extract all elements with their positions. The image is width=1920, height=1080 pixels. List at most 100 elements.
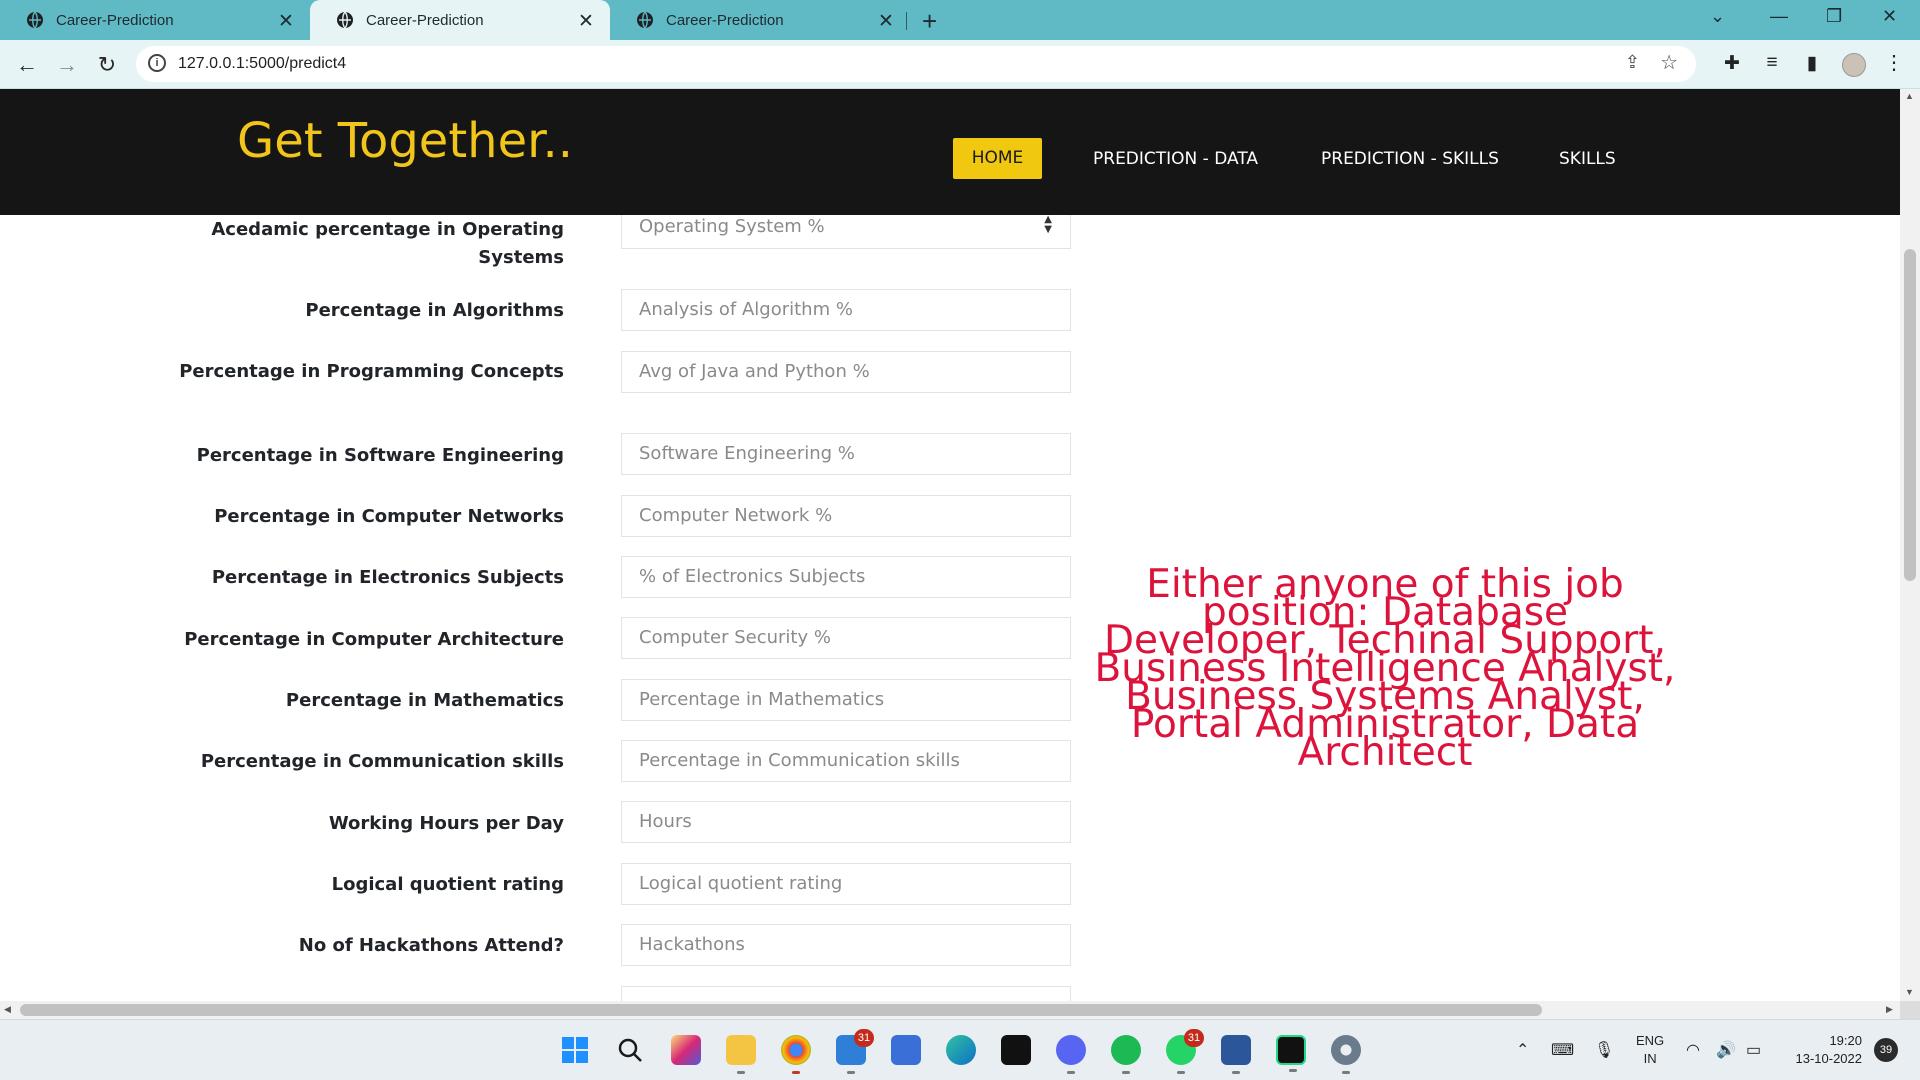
browser-tabstrip: Career-Prediction ✕ Career-Prediction ✕ … xyxy=(0,0,1920,40)
label-operating-systems: Acedamic percentage in Operating Systems xyxy=(211,219,564,268)
input-placeholder: Operating System % xyxy=(639,216,825,237)
site-info-icon[interactable]: i xyxy=(148,54,166,72)
input-software-engineering[interactable]: Software Engineering % xyxy=(621,433,1071,475)
bookmark-star-icon[interactable]: ☆ xyxy=(1660,50,1678,75)
input-computer-networks[interactable]: Computer Network % xyxy=(621,495,1071,537)
close-tab-icon[interactable]: ✕ xyxy=(276,10,296,33)
wifi-icon[interactable]: ◠ xyxy=(1686,1040,1700,1060)
input-placeholder: Computer Network % xyxy=(639,505,833,526)
globe-icon xyxy=(27,11,43,29)
nav-skills[interactable]: SKILLS xyxy=(1559,149,1616,169)
more-menu-icon[interactable]: ⋮ xyxy=(1884,50,1904,75)
scroll-left-icon[interactable]: ◀ xyxy=(4,1004,11,1015)
pycharm-icon[interactable] xyxy=(1276,1035,1306,1072)
running-indicator xyxy=(1342,1071,1350,1074)
input-placeholder: Percentage in Mathematics xyxy=(639,689,885,710)
chevron-up-icon[interactable]: ⌃ xyxy=(1516,1040,1529,1060)
close-window-icon[interactable]: ✕ xyxy=(1882,6,1897,27)
restore-icon[interactable]: ❐ xyxy=(1826,6,1842,27)
input-placeholder: Computer Security % xyxy=(639,627,831,648)
label-electronics-subjects: Percentage in Electronics Subjects xyxy=(211,567,564,588)
label-communication-skills: Percentage in Communication skills xyxy=(200,751,564,772)
site-logo[interactable]: Get Together.. xyxy=(237,113,573,169)
input-algorithms[interactable]: Analysis of Algorithm % xyxy=(621,289,1071,331)
word-icon[interactable] xyxy=(1221,1035,1251,1074)
tab-title: Career-Prediction xyxy=(666,11,784,29)
tab-title: Career-Prediction xyxy=(366,11,484,29)
label-computer-networks: Percentage in Computer Networks xyxy=(214,506,564,527)
microsoft-store-icon[interactable] xyxy=(891,1035,921,1065)
input-placeholder: % of Electronics Subjects xyxy=(639,566,866,587)
input-placeholder: Hours xyxy=(639,811,692,832)
spotify-icon[interactable] xyxy=(1111,1035,1141,1074)
extensions-puzzle-icon[interactable]: ✚ xyxy=(1719,52,1745,75)
input-electronics-subjects[interactable]: % of Electronics Subjects xyxy=(621,556,1071,598)
minimize-icon[interactable]: — xyxy=(1770,6,1788,27)
share-icon[interactable]: ⇪ xyxy=(1625,52,1640,73)
input-hackathons[interactable]: Hackathons xyxy=(621,924,1071,966)
number-spinner-icon[interactable]: ▲ ▼ xyxy=(1044,215,1052,235)
running-indicator xyxy=(847,1071,855,1074)
prediction-result: Either anyone of this job position: Data… xyxy=(1094,562,1676,775)
chevron-down-icon[interactable]: ⌄ xyxy=(1710,6,1725,27)
running-indicator xyxy=(792,1071,800,1074)
address-bar[interactable]: i 127.0.0.1:5000/predict4 ⇪ ☆ xyxy=(136,46,1696,82)
input-next-partial[interactable] xyxy=(621,986,1071,1001)
back-icon[interactable]: ← xyxy=(14,52,40,78)
battery-icon[interactable]: ▭ xyxy=(1746,1040,1761,1060)
vertical-scroll-thumb[interactable] xyxy=(1904,249,1916,581)
instagram-icon[interactable] xyxy=(671,1035,701,1065)
notification-count[interactable]: 39 xyxy=(1874,1038,1898,1062)
reload-icon[interactable]: ↻ xyxy=(94,52,120,78)
keyboard-icon[interactable]: ⌨ xyxy=(1551,1040,1574,1060)
system-clock[interactable]: 19:20 13-10-2022 xyxy=(1782,1032,1863,1068)
label-programming-concepts: Percentage in Programming Concepts xyxy=(179,361,564,382)
media-queue-icon[interactable]: ≡ xyxy=(1759,52,1785,74)
label-mathematics: Percentage in Mathematics xyxy=(285,690,564,711)
close-tab-icon[interactable]: ✕ xyxy=(576,10,596,33)
nav-prediction-skills[interactable]: PREDICTION - SKILLS xyxy=(1321,149,1499,169)
tab-title: Career-Prediction xyxy=(56,11,174,29)
close-tab-icon[interactable]: ✕ xyxy=(876,10,896,33)
windows-start-icon[interactable] xyxy=(560,1035,590,1065)
browser-tab-2-active[interactable]: Career-Prediction ✕ xyxy=(310,0,610,40)
vertical-scrollbar[interactable]: ▲ ▼ xyxy=(1900,89,1920,1001)
running-indicator xyxy=(1177,1071,1185,1074)
input-communication-skills[interactable]: Percentage in Communication skills xyxy=(621,740,1071,782)
settings-gear-icon[interactable] xyxy=(1331,1035,1361,1074)
edge-icon[interactable] xyxy=(946,1035,976,1065)
microphone-icon[interactable]: 🎙 xyxy=(1594,1040,1614,1060)
chrome-icon[interactable] xyxy=(781,1035,811,1074)
nav-home[interactable]: HOME xyxy=(953,138,1042,179)
new-tab-icon[interactable]: + xyxy=(922,6,937,37)
volume-icon[interactable]: 🔊 xyxy=(1716,1040,1736,1060)
horizontal-scrollbar[interactable]: ◀ ▶ xyxy=(0,1001,1900,1019)
input-computer-architecture[interactable]: Computer Security % xyxy=(621,617,1071,659)
forward-icon[interactable]: → xyxy=(54,52,80,78)
input-mathematics[interactable]: Percentage in Mathematics xyxy=(621,679,1071,721)
language-indicator[interactable]: ENG IN xyxy=(1636,1032,1664,1068)
side-panel-icon[interactable]: ▮ xyxy=(1799,52,1825,75)
scroll-right-icon[interactable]: ▶ xyxy=(1886,1004,1893,1015)
input-programming-concepts[interactable]: Avg of Java and Python % xyxy=(621,351,1071,393)
whatsapp-icon[interactable]: 31 xyxy=(1166,1029,1204,1074)
file-explorer-icon[interactable] xyxy=(726,1035,756,1074)
input-working-hours[interactable]: Hours xyxy=(621,801,1071,843)
scroll-up-icon[interactable]: ▲ xyxy=(1905,91,1914,101)
nav-prediction-data[interactable]: PREDICTION - DATA xyxy=(1093,149,1258,169)
scrollbar-corner xyxy=(1900,1001,1920,1019)
input-logical-quotient[interactable]: Logical quotient rating xyxy=(621,863,1071,905)
browser-tab-3[interactable]: Career-Prediction ✕ xyxy=(610,0,910,40)
site-header: Get Together.. HOME PREDICTION - DATA PR… xyxy=(0,89,1900,215)
address-url[interactable]: 127.0.0.1:5000/predict4 xyxy=(178,55,346,73)
discord-icon[interactable] xyxy=(1056,1035,1086,1074)
scroll-down-icon[interactable]: ▼ xyxy=(1905,987,1914,997)
search-icon[interactable] xyxy=(615,1035,645,1065)
language-region: IN xyxy=(1643,1051,1657,1066)
browser-tab-1[interactable]: Career-Prediction ✕ xyxy=(0,0,310,40)
mail-icon[interactable]: 31 xyxy=(836,1029,874,1074)
horizontal-scroll-thumb[interactable] xyxy=(20,1004,1542,1016)
running-indicator xyxy=(737,1071,745,1074)
profile-avatar[interactable] xyxy=(1842,53,1866,77)
video-editor-icon[interactable] xyxy=(1001,1035,1031,1065)
